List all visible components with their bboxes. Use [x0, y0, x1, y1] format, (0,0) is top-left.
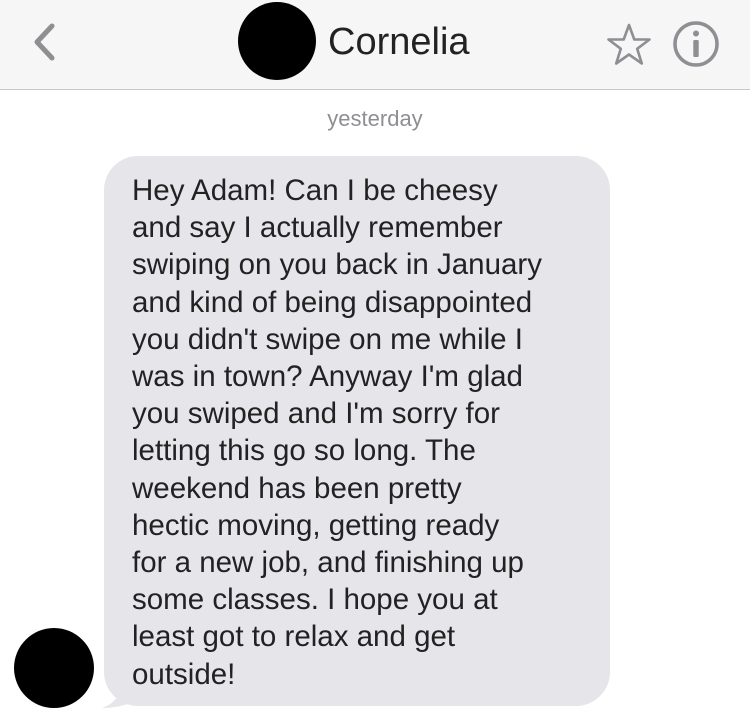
back-button[interactable] — [22, 20, 66, 64]
incoming-message-bubble[interactable]: Hey Adam! Can I be cheesy and say I actu… — [104, 156, 610, 706]
sender-avatar[interactable] — [14, 628, 94, 708]
message-timestamp: yesterday — [327, 106, 423, 131]
star-outline-icon — [607, 23, 651, 65]
info-circle-icon — [673, 21, 719, 67]
favorite-button[interactable] — [604, 20, 654, 70]
message-text: Hey Adam! Can I be cheesy and say I actu… — [132, 174, 542, 691]
info-button[interactable] — [670, 18, 722, 70]
chevron-left-icon — [34, 23, 55, 61]
conversation-header: Cornelia — [0, 0, 750, 90]
contact-avatar[interactable] — [238, 2, 316, 80]
contact-name[interactable]: Cornelia — [328, 20, 470, 64]
